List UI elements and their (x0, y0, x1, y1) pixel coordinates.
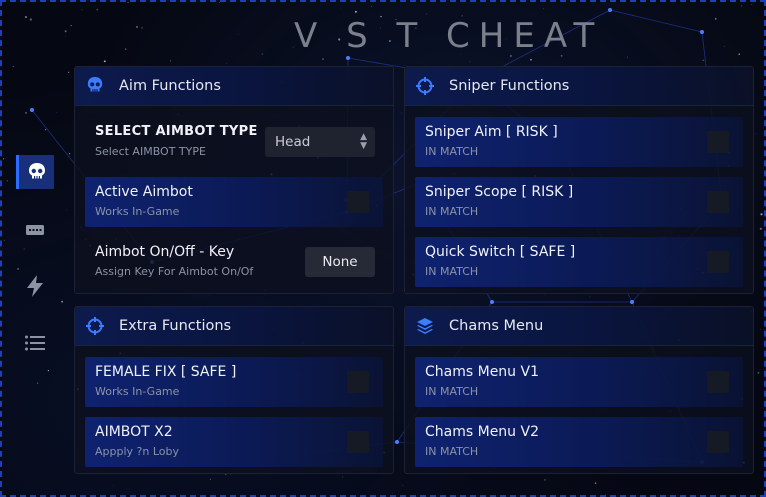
chams-v2-checkbox[interactable] (707, 431, 729, 453)
row-sublabel: IN MATCH (425, 265, 479, 278)
crosshair-icon (86, 317, 104, 335)
extra-functions-panel: Extra Functions FEMALE FIX [ SAFE ] Work… (74, 306, 394, 474)
skull-icon (28, 163, 45, 179)
row-sublabel: IN MATCH (425, 445, 479, 458)
sidebar-tab-settings[interactable] (16, 326, 54, 360)
row-label: Quick Switch [ SAFE ] (425, 244, 576, 260)
panel-title: Extra Functions (119, 318, 232, 334)
row-label: Active Aimbot (95, 184, 193, 200)
app-title: V S T CHEAT (294, 16, 604, 56)
aim-functions-panel: Aim Functions SELECT AIMBOT TYPE Select … (74, 66, 394, 294)
row-label: AIMBOT X2 (95, 424, 173, 440)
sidebar-tab-keyboard[interactable] (16, 213, 54, 247)
aimbot-type-row: SELECT AIMBOT TYPE Select AIMBOT TYPE He… (85, 117, 383, 167)
quick-switch-row[interactable]: Quick Switch [ SAFE ] IN MATCH (415, 237, 743, 287)
chams-menu-header: Chams Menu (405, 307, 753, 346)
sidebar-tab-misc[interactable] (16, 269, 54, 303)
chams-v1-row[interactable]: Chams Menu V1 IN MATCH (415, 357, 743, 407)
updown-arrows-icon: ▲ ▼ (360, 132, 367, 151)
row-sublabel: IN MATCH (425, 385, 479, 398)
sniper-functions-header: Sniper Functions (405, 67, 753, 106)
row-label: Chams Menu V1 (425, 364, 539, 380)
panel-title: Sniper Functions (449, 78, 570, 94)
aimbot-x2-row[interactable]: AIMBOT X2 Appply ?n Loby (85, 417, 383, 467)
panel-title: Chams Menu (449, 318, 544, 334)
female-fix-row[interactable]: FEMALE FIX [ SAFE ] Works In-Game (85, 357, 383, 407)
lightning-icon (27, 275, 43, 297)
aimbot-type-select[interactable]: Head ▲ ▼ (265, 127, 375, 157)
active-aimbot-checkbox[interactable] (347, 191, 369, 213)
chams-menu-panel: Chams Menu Chams Menu V1 IN MATCH Chams … (404, 306, 754, 474)
sniper-aim-row[interactable]: Sniper Aim [ RISK ] IN MATCH (415, 117, 743, 167)
list-icon (25, 335, 45, 351)
row-label: Chams Menu V2 (425, 424, 539, 440)
aimbot-x2-checkbox[interactable] (347, 431, 369, 453)
aim-functions-header: Aim Functions (75, 67, 393, 106)
row-sublabel: Assign Key For Aimbot On/Of (95, 265, 254, 278)
aimbot-key-row: Aimbot On/Off - Key Assign Key For Aimbo… (85, 237, 383, 287)
row-sublabel: Appply ?n Loby (95, 445, 179, 458)
aimbot-key-button[interactable]: None (305, 247, 375, 277)
select-value: Head (275, 134, 311, 150)
row-sublabel: Works In-Game (95, 385, 180, 398)
sidebar-tab-aim[interactable] (16, 155, 54, 189)
sniper-scope-checkbox[interactable] (707, 191, 729, 213)
female-fix-checkbox[interactable] (347, 371, 369, 393)
active-aimbot-row[interactable]: Active Aimbot Works In-Game (85, 177, 383, 227)
skull-icon (87, 77, 103, 92)
sniper-functions-panel: Sniper Functions Sniper Aim [ RISK ] IN … (404, 66, 754, 294)
crosshair-icon (416, 77, 434, 95)
row-sublabel: Works In-Game (95, 205, 180, 218)
row-label: FEMALE FIX [ SAFE ] (95, 364, 237, 380)
quick-switch-checkbox[interactable] (707, 251, 729, 273)
row-label: Sniper Scope [ RISK ] (425, 184, 574, 200)
panel-title: Aim Functions (119, 78, 221, 94)
row-sublabel: IN MATCH (425, 145, 479, 158)
row-label: Sniper Aim [ RISK ] (425, 124, 558, 140)
keyboard-icon (26, 225, 44, 235)
layers-icon (417, 318, 433, 334)
row-label: Aimbot On/Off - Key (95, 244, 235, 260)
chams-v2-row[interactable]: Chams Menu V2 IN MATCH (415, 417, 743, 467)
row-sublabel: Select AIMBOT TYPE (95, 145, 206, 158)
cheat-window: V S T CHEAT Aim Functions SELECT AIMBOT … (0, 0, 766, 497)
chams-v1-checkbox[interactable] (707, 371, 729, 393)
sniper-aim-checkbox[interactable] (707, 131, 729, 153)
extra-functions-header: Extra Functions (75, 307, 393, 346)
row-sublabel: IN MATCH (425, 205, 479, 218)
row-label: SELECT AIMBOT TYPE (95, 124, 258, 139)
sniper-scope-row[interactable]: Sniper Scope [ RISK ] IN MATCH (415, 177, 743, 227)
